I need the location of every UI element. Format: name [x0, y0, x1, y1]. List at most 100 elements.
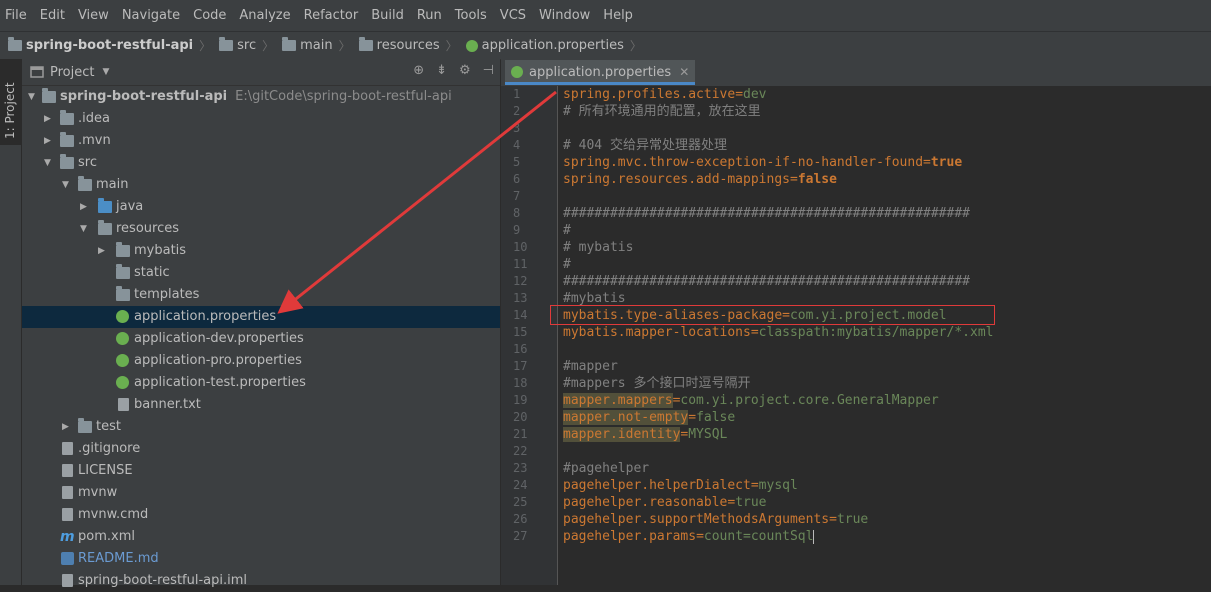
- tree-item-application-properties[interactable]: application.properties: [22, 306, 500, 328]
- code-line[interactable]: ########################################…: [558, 273, 1211, 290]
- chevron-down-icon[interactable]: ▼: [28, 86, 35, 108]
- tree-item-pom-xml[interactable]: m pom.xml: [22, 526, 500, 548]
- chevron-down-icon[interactable]: ▼: [62, 174, 69, 196]
- code-line[interactable]: #mapper: [558, 358, 1211, 375]
- tree-item-gitignore[interactable]: .gitignore: [22, 438, 500, 460]
- breadcrumb-separator: 〉: [199, 39, 212, 53]
- breadcrumb-item-src[interactable]: src 〉: [219, 37, 274, 54]
- tree-item-readme[interactable]: README.md: [22, 548, 500, 570]
- tree-item-application-dev-properties[interactable]: application-dev.properties: [22, 328, 500, 350]
- menu-code[interactable]: Code: [187, 0, 233, 31]
- menu-edit[interactable]: Edit: [34, 0, 72, 31]
- chevron-down-icon[interactable]: ▼: [102, 67, 109, 77]
- menu-analyze[interactable]: Analyze: [233, 0, 297, 31]
- code-line[interactable]: spring.mvc.throw-exception-if-no-handler…: [558, 154, 1211, 171]
- code-line[interactable]: [558, 188, 1211, 205]
- scroll-from-source-icon[interactable]: ⊕: [413, 63, 424, 78]
- breadcrumb-item-main[interactable]: main 〉: [282, 37, 351, 54]
- code-editor[interactable]: spring.profiles.active=dev # 所有环境通用的配置，放在…: [558, 86, 1211, 585]
- tree-item-license[interactable]: LICENSE: [22, 460, 500, 482]
- tree-item-java[interactable]: ▶ java: [22, 196, 500, 218]
- menu-vcs[interactable]: VCS: [494, 0, 533, 31]
- code-token: # 404 交给异常处理器处理: [563, 138, 727, 153]
- line-number: 11: [513, 257, 528, 271]
- breadcrumb-item-file[interactable]: application.properties 〉: [465, 37, 642, 54]
- chevron-right-icon[interactable]: ▶: [62, 416, 69, 438]
- collapse-all-icon[interactable]: ⇟: [436, 63, 447, 78]
- tree-item-iml[interactable]: spring-boot-restful-api.iml: [22, 570, 500, 592]
- code-line[interactable]: pagehelper.supportMethodsArguments=true: [558, 511, 1211, 528]
- code-line[interactable]: spring.profiles.active=dev: [558, 86, 1211, 103]
- project-tool-window-tab[interactable]: 1: Project: [0, 59, 21, 145]
- chevron-right-icon[interactable]: ▶: [98, 240, 105, 262]
- tree-item-test[interactable]: ▶ test: [22, 416, 500, 438]
- tree-item-main[interactable]: ▼ main: [22, 174, 500, 196]
- tree-item-idea[interactable]: ▶ .idea: [22, 108, 500, 130]
- tree-item-project-root[interactable]: ▼ spring-boot-restful-api E:\gitCode\spri…: [22, 86, 500, 108]
- code-line[interactable]: #mappers 多个接口时逗号隔开: [558, 375, 1211, 392]
- code-line[interactable]: # mybatis: [558, 239, 1211, 256]
- code-line[interactable]: pagehelper.helperDialect=mysql: [558, 477, 1211, 494]
- code-line[interactable]: # 404 交给异常处理器处理: [558, 137, 1211, 154]
- code-token: mybatis.mapper-locations: [563, 325, 751, 340]
- menu-build[interactable]: Build: [365, 0, 411, 31]
- breadcrumb-separator: 〉: [262, 39, 275, 53]
- text-file-icon: [62, 442, 73, 455]
- tree-item-application-pro-properties[interactable]: application-pro.properties: [22, 350, 500, 372]
- code-line[interactable]: mapper.mappers=com.yi.project.core.Gener…: [558, 392, 1211, 409]
- tree-item-mybatis[interactable]: ▶ mybatis: [22, 240, 500, 262]
- tree-item-mvnw[interactable]: mvnw: [22, 482, 500, 504]
- menu-file[interactable]: File: [0, 0, 34, 31]
- code-line[interactable]: mapper.not-empty=false: [558, 409, 1211, 426]
- code-line[interactable]: # 所有环境通用的配置，放在这里: [558, 103, 1211, 120]
- code-line[interactable]: spring.resources.add-mappings=false: [558, 171, 1211, 188]
- menu-view[interactable]: View: [72, 0, 116, 31]
- tree-item-static[interactable]: static: [22, 262, 500, 284]
- chevron-down-icon[interactable]: ▼: [80, 218, 87, 240]
- code-line[interactable]: mapper.identity=MYSQL: [558, 426, 1211, 443]
- menu-tools[interactable]: Tools: [449, 0, 494, 31]
- code-token: =: [829, 512, 837, 527]
- menu-window[interactable]: Window: [533, 0, 597, 31]
- folder-icon: [42, 88, 56, 103]
- chevron-down-icon[interactable]: ▼: [44, 152, 51, 174]
- menu-run[interactable]: Run: [411, 0, 449, 31]
- breadcrumb-item-resources[interactable]: resources 〉: [358, 37, 458, 54]
- code-line[interactable]: pagehelper.reasonable=true: [558, 494, 1211, 511]
- spring-file-icon: [116, 332, 129, 345]
- tree-item-resources[interactable]: ▼ resources: [22, 218, 500, 240]
- code-line[interactable]: mybatis.mapper-locations=classpath:mybat…: [558, 324, 1211, 341]
- chevron-right-icon[interactable]: ▶: [44, 108, 51, 130]
- code-token: mapper.identity: [563, 427, 681, 442]
- code-line[interactable]: #pagehelper: [558, 460, 1211, 477]
- tree-item-mvnw-cmd[interactable]: mvnw.cmd: [22, 504, 500, 526]
- tree-item-templates[interactable]: templates: [22, 284, 500, 306]
- code-token: =: [750, 478, 759, 493]
- chevron-right-icon[interactable]: ▶: [80, 196, 87, 218]
- project-panel-title[interactable]: Project: [50, 65, 94, 80]
- code-line[interactable]: #: [558, 222, 1211, 239]
- tree-item-application-test-properties[interactable]: application-test.properties: [22, 372, 500, 394]
- tree-item-src[interactable]: ▼ src: [22, 152, 500, 174]
- breadcrumb-item-project[interactable]: spring-boot-restful-api 〉: [8, 37, 211, 54]
- close-icon[interactable]: ✕: [679, 65, 689, 79]
- code-line[interactable]: [558, 120, 1211, 137]
- line-number: 7: [513, 189, 521, 203]
- code-line[interactable]: ########################################…: [558, 205, 1211, 222]
- menu-refactor[interactable]: Refactor: [298, 0, 366, 31]
- breadcrumb-separator: 〉: [338, 39, 351, 53]
- hide-panel-icon[interactable]: ⊣: [483, 63, 494, 78]
- tree-item-mvn[interactable]: ▶ .mvn: [22, 130, 500, 152]
- gear-icon[interactable]: ⚙: [459, 63, 471, 78]
- code-line[interactable]: [558, 341, 1211, 358]
- menu-help[interactable]: Help: [597, 0, 640, 31]
- menu-navigate[interactable]: Navigate: [116, 0, 187, 31]
- code-line[interactable]: pagehelper.params=count=countSql: [558, 528, 1211, 545]
- code-line[interactable]: #: [558, 256, 1211, 273]
- tab-application-properties[interactable]: application.properties ✕: [505, 60, 696, 85]
- line-number: 25: [513, 495, 528, 509]
- code-line[interactable]: [558, 443, 1211, 460]
- tree-item-banner-txt[interactable]: banner.txt: [22, 394, 500, 416]
- project-tree: ▼ spring-boot-restful-api E:\gitCode\spri…: [22, 86, 500, 592]
- chevron-right-icon[interactable]: ▶: [44, 130, 51, 152]
